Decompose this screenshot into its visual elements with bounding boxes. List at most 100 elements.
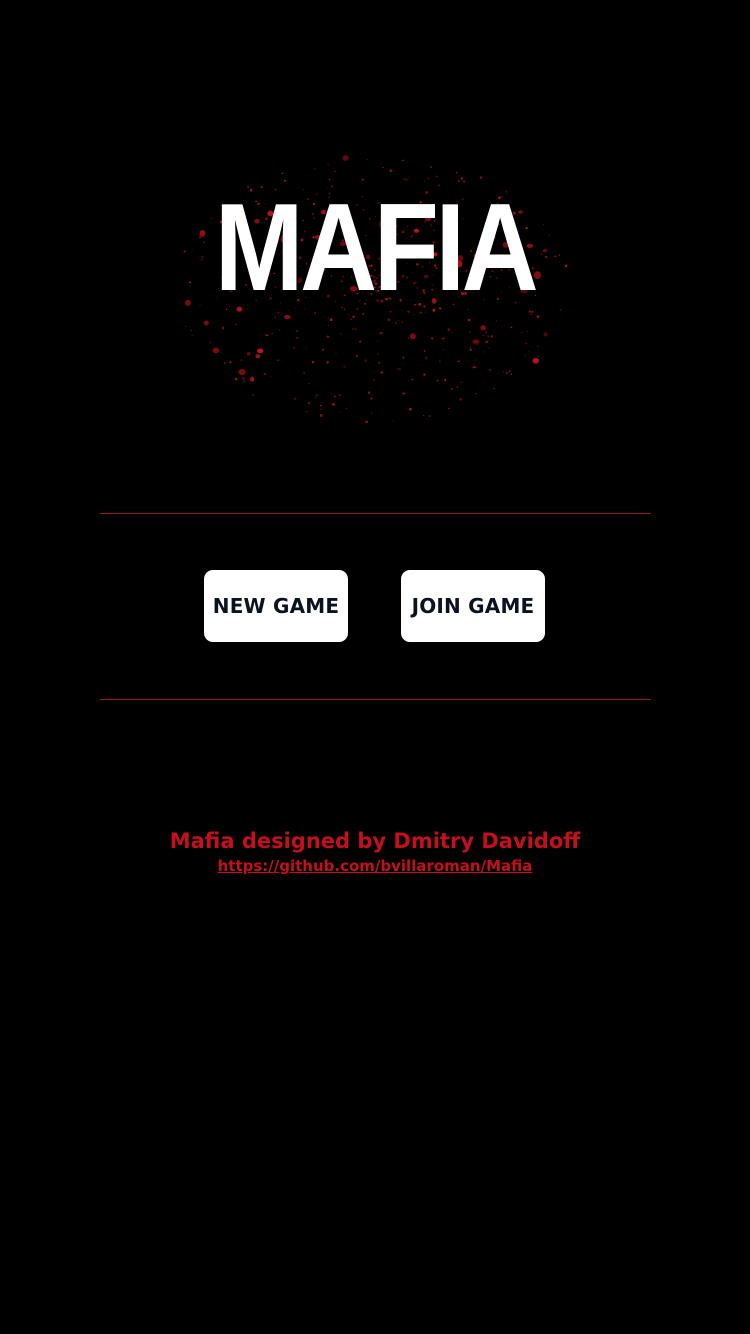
splatter-dot (223, 362, 226, 364)
splatter-dot (510, 373, 513, 375)
splatter-dot (305, 347, 307, 349)
splatter-dot (307, 402, 311, 405)
splatter-dot (366, 158, 369, 161)
splatter-dot (293, 346, 296, 349)
splatter-dot (184, 299, 191, 306)
splatter-dot (389, 169, 392, 172)
splatter-dot (543, 332, 548, 337)
splatter-dot (252, 394, 254, 396)
splatter-dot (332, 403, 335, 406)
splatter-dot (331, 393, 333, 395)
splatter-dot (295, 336, 299, 340)
splatter-dot (235, 323, 238, 326)
splatter-dot (335, 353, 337, 355)
splatter-dot (460, 381, 462, 383)
github-repo-link[interactable]: https://github.com/bvillaroman/Mafia (218, 857, 533, 875)
splatter-dot (525, 342, 528, 345)
splatter-dot (392, 420, 394, 422)
splatter-dot (395, 322, 397, 325)
splatter-dot (407, 337, 410, 339)
splatter-dot (355, 354, 359, 358)
splatter-dot (338, 394, 341, 396)
splatter-dot (342, 155, 349, 161)
splatter-dot (212, 347, 220, 354)
splatter-dot (564, 264, 568, 268)
splatter-dot (333, 395, 336, 398)
splatter-dot (217, 354, 218, 356)
splatter-dot (268, 351, 270, 354)
splatter-dot (321, 348, 325, 351)
splatter-dot (423, 373, 426, 376)
splatter-dot (418, 364, 420, 367)
splatter-dot (368, 391, 370, 394)
splatter-dot (377, 340, 379, 342)
splatter-dot (402, 392, 406, 395)
join-game-button[interactable]: JOIN GAME (401, 570, 545, 642)
splatter-dot (423, 415, 425, 417)
splatter-dot (398, 368, 402, 370)
splatter-dot (191, 249, 193, 250)
splatter-dot (349, 336, 351, 338)
splatter-dot (469, 331, 471, 333)
splatter-dot (265, 334, 269, 337)
splatter-dot (510, 326, 513, 329)
splatter-dot (333, 342, 335, 344)
splatter-dot (450, 331, 453, 334)
new-game-button[interactable]: NEW GAME (204, 570, 348, 642)
splatter-dot (221, 326, 225, 330)
splatter-dot (402, 356, 405, 359)
splatter-dot (271, 332, 273, 334)
splatter-dot (246, 352, 251, 356)
splatter-dot (536, 345, 540, 348)
splatter-dot (235, 377, 238, 381)
splatter-dot (398, 320, 400, 322)
bottom-divider (100, 699, 651, 700)
splatter-dot (403, 363, 406, 365)
splatter-dot (315, 397, 317, 399)
splatter-dot (520, 331, 523, 334)
splatter-dot (448, 407, 450, 410)
splatter-dot (558, 254, 561, 257)
splatter-dot (311, 360, 314, 364)
splatter-dot (185, 325, 187, 327)
splatter-dot (489, 369, 491, 371)
splatter-dot (243, 380, 246, 383)
splatter-dot (441, 337, 445, 340)
splatter-dot (380, 371, 384, 374)
splatter-dot (538, 319, 539, 321)
designer-credit: Mafia designed by Dmitry Davidoff (169, 829, 581, 853)
splatter-dot (327, 164, 329, 166)
splatter-dot (250, 376, 255, 382)
mafia-logo: MAFIA (170, 120, 580, 430)
top-divider (100, 513, 651, 514)
splatter-dot (424, 356, 428, 360)
splatter-dot (455, 171, 458, 174)
splatter-dot (354, 328, 357, 331)
splatter-dot (370, 412, 373, 414)
splatter-dot (345, 407, 348, 410)
splatter-dot (505, 371, 509, 375)
splatter-dot (495, 320, 498, 322)
splatter-dot (480, 325, 486, 331)
splatter-dot (468, 319, 471, 322)
splatter-dot (313, 167, 316, 170)
credits-section: Mafia designed by Dmitry Davidoff https:… (0, 826, 750, 875)
splatter-dot (370, 397, 373, 400)
splatter-dot (456, 386, 459, 388)
splatter-dot (319, 404, 322, 407)
splatter-dot (397, 367, 399, 369)
splatter-dot (559, 309, 562, 311)
splatter-dot (472, 339, 480, 345)
splatter-dot (474, 359, 477, 361)
splatter-dot (303, 371, 305, 374)
splatter-dot (379, 163, 381, 164)
splatter-dot (219, 323, 221, 324)
splatter-dot (485, 340, 488, 344)
splatter-dot (229, 361, 232, 364)
splatter-dot (242, 377, 245, 380)
splatter-dot (323, 321, 325, 323)
splatter-dot (364, 359, 367, 362)
splatter-dot (339, 410, 341, 413)
splatter-dot (459, 398, 462, 401)
splatter-dot (472, 366, 475, 369)
